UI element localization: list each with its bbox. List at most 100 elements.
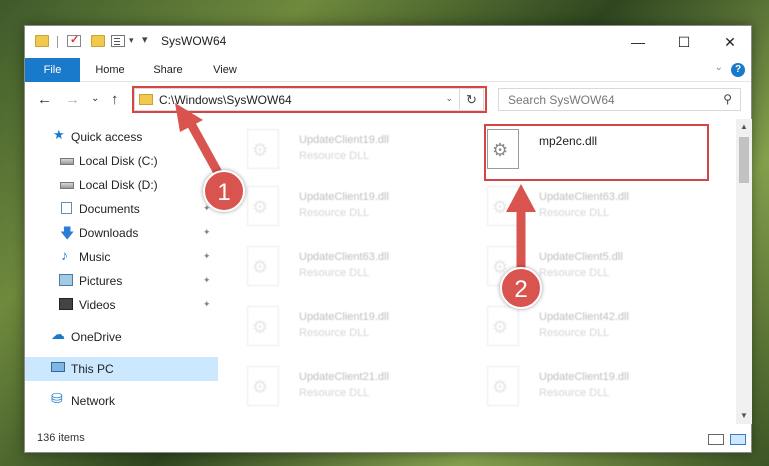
- tab-home[interactable]: Home: [85, 58, 135, 82]
- sidebar-item-label: Documents: [79, 202, 140, 216]
- up-button[interactable]: ↑: [111, 91, 119, 108]
- scroll-down-icon[interactable]: ▼: [736, 408, 752, 424]
- pin-icon[interactable]: ✦: [203, 227, 211, 237]
- scroll-up-icon[interactable]: ▲: [736, 119, 752, 135]
- close-button[interactable]: ✕: [707, 26, 753, 58]
- file-name: UpdateClient63.dll: [539, 191, 629, 203]
- sidebar-item-local-disk-d[interactable]: Local Disk (D:): [25, 173, 218, 197]
- address-highlight-box: [132, 86, 487, 113]
- file-highlight-box: [484, 124, 709, 181]
- file-type: Resource DLL: [299, 207, 370, 219]
- file-type: Resource DLL: [539, 387, 610, 399]
- expand-ribbon-icon[interactable]: ⌄: [715, 62, 723, 73]
- sidebar-item-network[interactable]: ⛁ Network: [25, 389, 218, 413]
- pin-icon[interactable]: ✦: [203, 275, 211, 285]
- tab-file[interactable]: File: [25, 58, 80, 82]
- file-name: UpdateClient63.dll: [299, 251, 389, 263]
- sidebar-item-downloads[interactable]: 🡇 Downloads ✦: [25, 221, 218, 245]
- forward-button[interactable]: →: [65, 91, 80, 108]
- sidebar-item-label: This PC: [71, 362, 114, 376]
- dll-file-icon: [247, 246, 279, 286]
- file-name: UpdateClient19.dll: [299, 134, 389, 146]
- download-icon: 🡇: [60, 225, 75, 241]
- new-folder-icon[interactable]: [91, 35, 105, 47]
- sidebar-item-this-pc[interactable]: This PC: [25, 357, 218, 381]
- navigation-pane: ★ Quick access Local Disk (C:) Local Dis…: [25, 119, 221, 424]
- folder-icon: [35, 35, 49, 47]
- file-type: Resource DLL: [299, 267, 370, 279]
- sidebar-item-label: Videos: [79, 298, 116, 312]
- file-list: UpdateClient19.dll Resource DLL mp2enc.d…: [222, 119, 736, 424]
- properties-check-icon[interactable]: [67, 33, 81, 47]
- drive-icon: [60, 182, 74, 189]
- sidebar-item-quick-access[interactable]: ★ Quick access: [25, 125, 218, 149]
- sidebar-item-documents[interactable]: Documents ✦: [25, 197, 218, 221]
- pin-icon[interactable]: ✦: [203, 299, 211, 309]
- help-icon[interactable]: ?: [731, 63, 745, 77]
- large-icons-view-icon[interactable]: [730, 434, 746, 445]
- file-item[interactable]: UpdateClient19.dll Resource DLL: [227, 181, 457, 236]
- scrollbar-thumb[interactable]: [739, 137, 749, 183]
- sidebar-item-pictures[interactable]: Pictures ✦: [25, 269, 218, 293]
- file-name: UpdateClient42.dll: [539, 311, 629, 323]
- file-type: Resource DLL: [539, 207, 610, 219]
- back-button[interactable]: ←: [37, 91, 52, 108]
- customize-icon[interactable]: [111, 35, 125, 47]
- sidebar-item-label: Downloads: [79, 226, 139, 240]
- search-placeholder: Search SysWOW64: [508, 93, 615, 107]
- documents-icon: [61, 202, 72, 214]
- dll-file-icon: [247, 129, 279, 169]
- star-icon: ★: [53, 127, 65, 142]
- file-item[interactable]: UpdateClient63.dll Resource DLL: [467, 181, 697, 236]
- search-icon[interactable]: ⚲: [723, 92, 732, 106]
- file-name: UpdateClient19.dll: [299, 191, 389, 203]
- file-name: UpdateClient5.dll: [539, 251, 623, 263]
- title-bar: ▾ ▾ SysWOW64 — ☐ ✕: [25, 26, 751, 58]
- pictures-icon: [59, 274, 73, 286]
- sidebar-item-music[interactable]: ♪ Music ✦: [25, 245, 218, 269]
- file-type: Resource DLL: [299, 387, 370, 399]
- vertical-scrollbar[interactable]: ▲ ▼: [736, 119, 752, 424]
- item-count: 136 items: [37, 432, 85, 444]
- dll-file-icon: [247, 306, 279, 346]
- divider: [57, 36, 58, 48]
- file-item[interactable]: UpdateClient63.dll Resource DLL: [227, 241, 457, 296]
- dll-file-icon: [487, 306, 519, 346]
- sidebar-item-videos[interactable]: Videos ✦: [25, 293, 218, 317]
- file-type: Resource DLL: [539, 327, 610, 339]
- sidebar-item-label: Music: [79, 250, 111, 264]
- dll-file-icon: [247, 186, 279, 226]
- sidebar-item-label: OneDrive: [71, 330, 122, 344]
- sidebar-item-label: Network: [71, 394, 116, 408]
- quick-access-toolbar-menu-icon[interactable]: ▾: [142, 33, 148, 46]
- file-type: Resource DLL: [539, 267, 610, 279]
- search-box[interactable]: Search SysWOW64 ⚲: [498, 88, 741, 111]
- ribbon-tabs: File Home Share View ⌄ ?: [25, 58, 751, 82]
- file-explorer-window: ▾ ▾ SysWOW64 — ☐ ✕ File Home Share View …: [24, 25, 752, 453]
- file-type: Resource DLL: [299, 150, 370, 162]
- sidebar-item-label: Local Disk (C:): [79, 154, 158, 168]
- tab-view[interactable]: View: [200, 58, 250, 82]
- file-name: UpdateClient19.dll: [299, 311, 389, 323]
- details-view-icon[interactable]: [708, 434, 724, 445]
- minimize-button[interactable]: —: [615, 26, 661, 58]
- file-item[interactable]: UpdateClient21.dll Resource DLL: [227, 361, 457, 416]
- videos-icon: [59, 298, 73, 310]
- navigation-bar: ← → ⌄ ↑ C:\Windows\SysWOW64 ⌄ ↻ Search S…: [25, 83, 751, 117]
- sidebar-item-local-disk-c[interactable]: Local Disk (C:): [25, 149, 218, 173]
- pin-icon[interactable]: ✦: [203, 251, 211, 261]
- file-name: UpdateClient19.dll: [539, 371, 629, 383]
- quick-access-dropdown-icon[interactable]: ▾: [129, 35, 134, 46]
- maximize-button[interactable]: ☐: [661, 26, 707, 58]
- file-type: Resource DLL: [299, 327, 370, 339]
- dll-file-icon: [247, 366, 279, 406]
- sidebar-item-label: Quick access: [71, 130, 143, 144]
- status-bar: 136 items: [25, 426, 751, 452]
- file-item[interactable]: UpdateClient42.dll Resource DLL: [467, 301, 697, 356]
- file-item[interactable]: UpdateClient19.dll Resource DLL: [227, 301, 457, 356]
- file-item[interactable]: UpdateClient19.dll Resource DLL: [227, 124, 457, 179]
- tab-share[interactable]: Share: [143, 58, 193, 82]
- sidebar-item-onedrive[interactable]: ☁ OneDrive: [25, 325, 218, 349]
- file-item[interactable]: UpdateClient19.dll Resource DLL: [467, 361, 697, 416]
- recent-locations-button[interactable]: ⌄: [91, 93, 99, 104]
